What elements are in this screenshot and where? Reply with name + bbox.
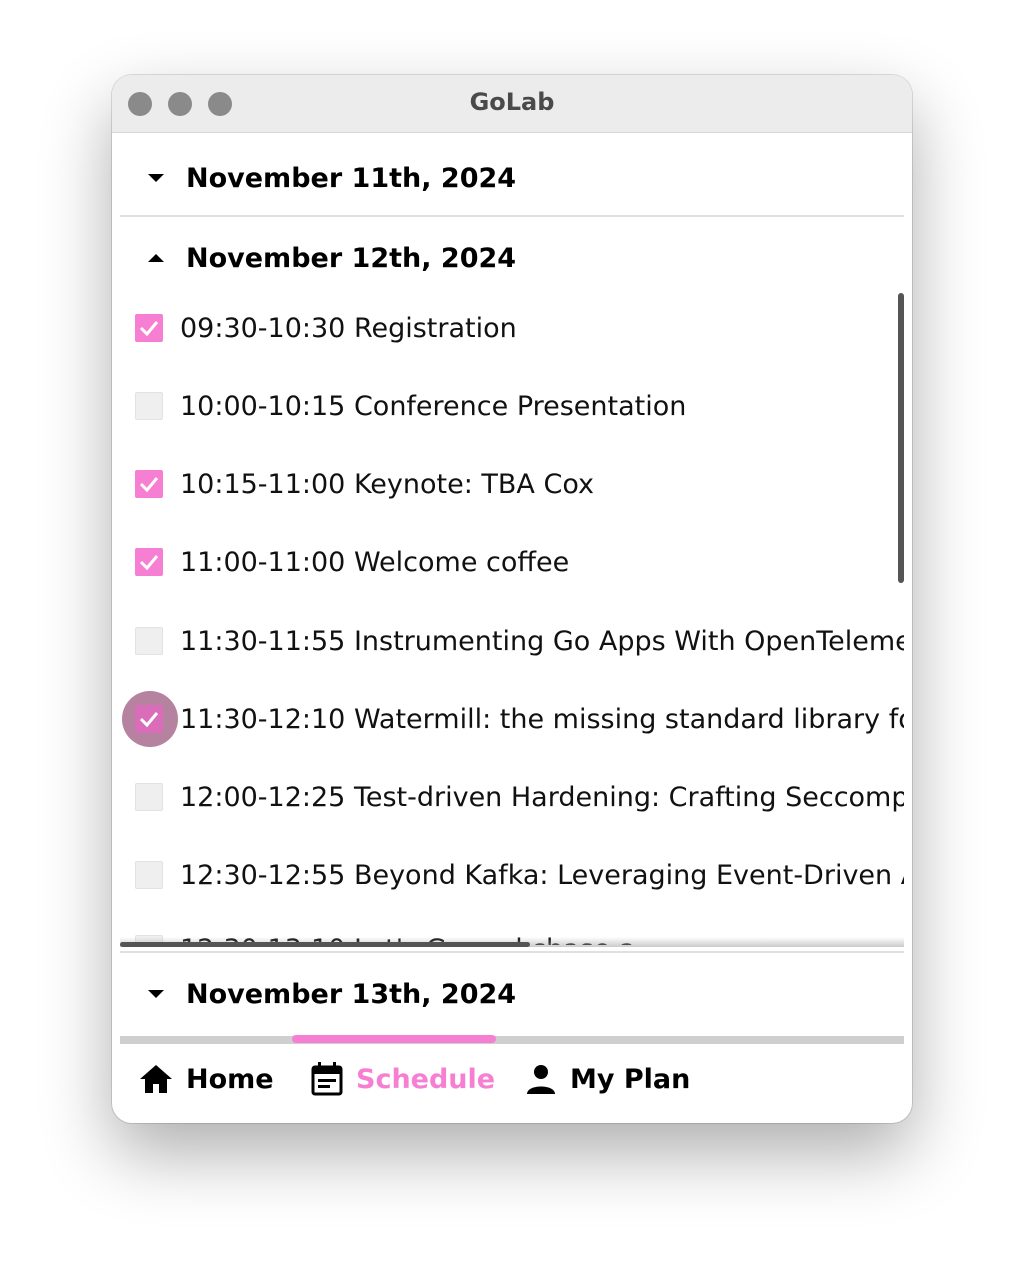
session-row[interactable]: 11:00-11:00 Welcome coffee: [120, 532, 904, 592]
check-icon: [139, 321, 159, 337]
day-header-label: November 13th, 2024: [186, 978, 517, 1010]
tab-home[interactable]: Home: [138, 1059, 274, 1099]
session-row[interactable]: 09:30-10:30 Registration: [120, 298, 904, 358]
tab-my-plan[interactable]: My Plan: [524, 1059, 690, 1099]
tab-schedule[interactable]: Schedule: [310, 1059, 495, 1099]
session-row[interactable]: 12:30-12:55 Beyond Kafka: Leveraging Eve…: [120, 845, 904, 905]
session-checkbox[interactable]: [135, 548, 163, 576]
caret-down-icon: [148, 174, 164, 182]
session-checkbox[interactable]: [135, 470, 163, 498]
tab-label: My Plan: [570, 1063, 691, 1095]
session-row[interactable]: 10:00-10:15 Conference Presentation: [120, 376, 904, 436]
day-header-nov-11[interactable]: November 11th, 2024: [142, 158, 516, 198]
session-label: 11:30-12:10 Watermill: the missing stand…: [180, 703, 904, 735]
session-label: 09:30-10:30 Registration: [180, 312, 517, 344]
session-checkbox[interactable]: [135, 783, 163, 811]
session-checkbox[interactable]: [135, 392, 163, 420]
session-checkbox[interactable]: [135, 627, 163, 655]
day-header-nov-13[interactable]: November 13th, 2024: [142, 974, 516, 1014]
calendar-icon: [311, 1062, 343, 1096]
session-label: 10:00-10:15 Conference Presentation: [180, 390, 687, 422]
caret-down-icon: [148, 990, 164, 998]
check-icon: [139, 712, 159, 728]
session-checkbox[interactable]: [135, 705, 163, 733]
person-icon: [527, 1065, 555, 1094]
session-row[interactable]: 10:15-11:00 Keynote: TBA Cox: [120, 454, 904, 514]
title-bar: GoLab: [112, 75, 912, 133]
day-header-nov-12[interactable]: November 12th, 2024: [142, 238, 516, 278]
day-header-label: November 11th, 2024: [186, 162, 517, 194]
tab-label: Home: [186, 1063, 274, 1095]
check-icon: [139, 555, 159, 571]
day-divider: [120, 951, 904, 953]
active-tab-indicator: [292, 1035, 496, 1043]
home-icon: [140, 1065, 172, 1093]
day-divider: [120, 215, 904, 217]
session-row[interactable]: 12:00-12:25 Test-driven Hardening: Craft…: [120, 767, 904, 827]
session-label: 12:30-12:55 Beyond Kafka: Leveraging Eve…: [180, 859, 904, 891]
caret-up-icon: [148, 254, 164, 262]
window-title: GoLab: [469, 88, 555, 116]
session-checkbox[interactable]: [135, 861, 163, 889]
horizontal-scrollbar[interactable]: [120, 942, 530, 947]
app-window: GoLab November 11th, 2024 November 12th,…: [112, 75, 912, 1123]
session-list[interactable]: 09:30-10:30 Registration 10:00-10:15 Con…: [120, 293, 904, 945]
vertical-scrollbar[interactable]: [898, 293, 904, 583]
day-header-label: November 12th, 2024: [186, 242, 517, 274]
session-label: 11:30-11:55 Instrumenting Go Apps With O…: [180, 625, 904, 657]
tab-bar-track: [120, 1036, 904, 1044]
session-label: 11:00-11:00 Welcome coffee: [180, 546, 570, 578]
session-label: 12:00-12:25 Test-driven Hardening: Craft…: [180, 781, 904, 813]
session-label: 10:15-11:00 Keynote: TBA Cox: [180, 468, 594, 500]
session-row[interactable]: 11:30-11:55 Instrumenting Go Apps With O…: [120, 611, 904, 671]
check-icon: [139, 477, 159, 493]
session-checkbox[interactable]: [135, 314, 163, 342]
tab-label: Schedule: [356, 1063, 496, 1095]
session-row[interactable]: 11:30-12:10 Watermill: the missing stand…: [120, 689, 904, 749]
